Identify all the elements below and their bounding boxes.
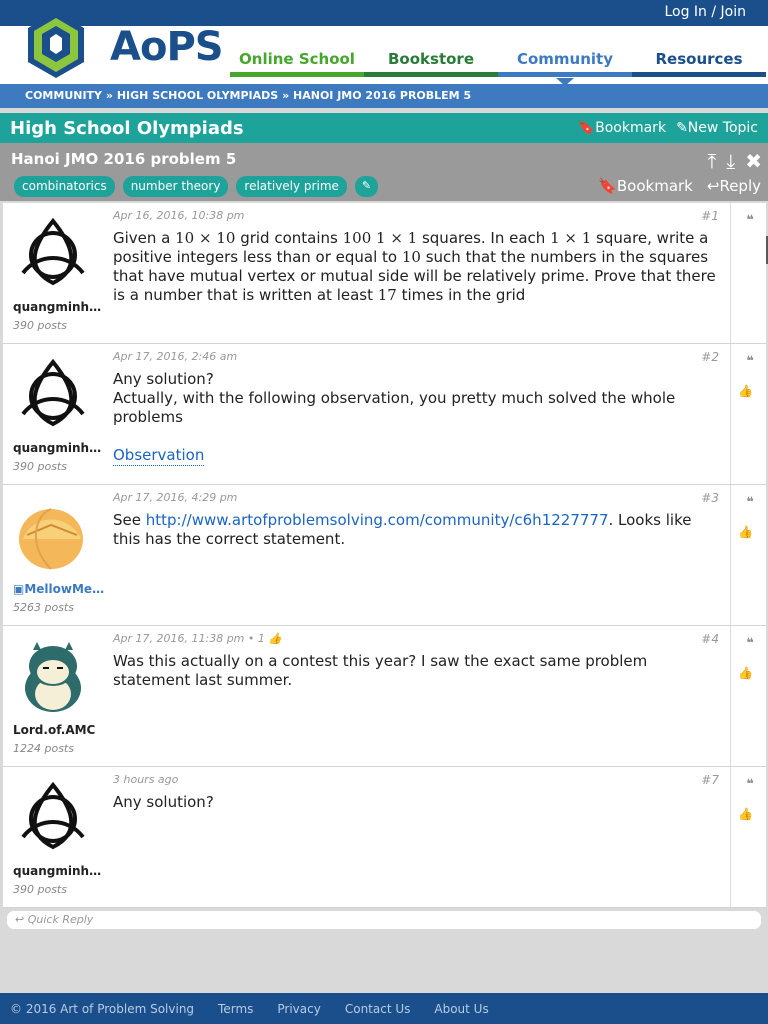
aops-logo-icon <box>28 12 84 78</box>
breadcrumb-topic[interactable]: HANOI JMO 2016 PROBLEM 5 <box>293 89 471 102</box>
post-action-column: ❝ 👍 <box>730 344 766 484</box>
post-count: 390 posts <box>13 883 67 896</box>
post-action-column: ❝ <box>730 203 766 343</box>
close-icon[interactable]: ✖ <box>745 149 762 173</box>
post-count: 390 posts <box>13 319 67 332</box>
post-action-column: ❝ 👍 <box>730 626 766 766</box>
footer-about-link[interactable]: About Us <box>434 1002 488 1024</box>
post-count: 1224 posts <box>13 742 74 755</box>
forum-bar: High School Olympiads 🔖Bookmark ✎New Top… <box>0 113 768 143</box>
post-action-column: ❝ 👍 <box>730 485 766 625</box>
aops-logo[interactable]: AoPS <box>24 10 224 82</box>
post-count: 5263 posts <box>13 601 74 614</box>
jump-bottom-icon[interactable]: ⤓ <box>726 149 735 173</box>
quick-reply-button[interactable]: ↩ Quick Reply <box>7 911 761 929</box>
topic-bar: Hanoi JMO 2016 problem 5 ⤒ ⤓ ✖ combinato… <box>0 143 768 201</box>
tag-number-theory[interactable]: number theory <box>122 176 229 197</box>
breadcrumb-sep: » <box>105 89 113 102</box>
nav-online-school[interactable]: Online School <box>230 50 364 77</box>
quote-icon[interactable]: ❝ <box>746 777 754 792</box>
avatar <box>25 642 81 712</box>
quote-icon[interactable]: ❝ <box>746 636 754 651</box>
new-topic-button[interactable]: ✎New Topic <box>676 120 758 136</box>
post-number[interactable]: #7 <box>701 773 719 787</box>
edit-tags-icon[interactable]: ✎ <box>354 176 379 197</box>
username[interactable]: quangminhltv99 <box>13 441 105 455</box>
moderator-icon: ▣ <box>13 582 25 596</box>
avatar <box>19 508 83 570</box>
breadcrumb: COMMUNITY » HIGH SCHOOL OLYMPIADS » HANO… <box>0 84 768 108</box>
breadcrumb-community[interactable]: COMMUNITY <box>25 89 102 102</box>
quote-icon[interactable]: ❝ <box>746 495 754 510</box>
post-body: Given a 10 × 10 grid contains 100 1 × 1 … <box>113 229 716 304</box>
edit-icon: ✎ <box>676 120 688 136</box>
reply-icon: ↩ <box>706 177 720 195</box>
post-action-column: ❝ 👍 <box>730 767 766 907</box>
breadcrumb-sep: » <box>282 89 290 102</box>
tag-combinatorics[interactable]: combinatorics <box>14 176 115 197</box>
main-nav: Online School Bookstore Community Resour… <box>230 50 766 86</box>
post-date: 3 hours ago <box>113 773 179 786</box>
bookmark-icon: 🔖 <box>577 120 596 136</box>
username[interactable]: Lord.of.AMC <box>13 723 105 737</box>
username[interactable]: ▣MellowMelon <box>13 582 105 596</box>
post-body: Any solution? Actually, with the followi… <box>113 370 676 466</box>
thumbs-up-icon[interactable]: 👍 <box>738 384 753 398</box>
username[interactable]: quangminhltv99 <box>13 864 105 878</box>
post-body: Was this actually on a contest this year… <box>113 652 648 689</box>
post-count: 390 posts <box>13 460 67 473</box>
jump-top-icon[interactable]: ⤒ <box>708 149 717 173</box>
post-number[interactable]: #2 <box>701 350 719 364</box>
topic-bookmark-button[interactable]: 🔖Bookmark <box>598 177 693 195</box>
post-link[interactable]: http://www.artofproblemsolving.com/commu… <box>146 511 609 529</box>
breadcrumb-forum[interactable]: HIGH SCHOOL OLYMPIADS <box>117 89 278 102</box>
post: ▣MellowMelon 5263 posts Apr 17, 2016, 4:… <box>3 485 766 626</box>
quote-icon[interactable]: ❝ <box>746 213 754 228</box>
forum-title[interactable]: High School Olympiads <box>10 118 244 139</box>
tag-relatively-prime[interactable]: relatively prime <box>236 176 347 197</box>
footer-terms-link[interactable]: Terms <box>218 1002 253 1024</box>
avatar <box>21 781 85 850</box>
avatar <box>21 358 85 427</box>
post-list: quangminhltv99 390 posts Apr 16, 2016, 1… <box>3 203 766 908</box>
thumbs-up-icon[interactable]: 👍 <box>738 666 753 680</box>
login-join-link[interactable]: Log In / Join <box>664 4 746 20</box>
topic-tags: combinatorics number theory relatively p… <box>14 176 379 197</box>
post-body: See http://www.artofproblemsolving.com/c… <box>113 511 692 548</box>
post-number[interactable]: #1 <box>701 209 719 223</box>
footer-contact-link[interactable]: Contact Us <box>345 1002 411 1024</box>
topic-title: Hanoi JMO 2016 problem 5 <box>11 150 237 168</box>
post: quangminhltv99 390 posts Apr 17, 2016, 2… <box>3 344 766 485</box>
footer: © 2016 Art of Problem Solving Terms Priv… <box>0 993 768 1024</box>
nav-resources[interactable]: Resources <box>632 50 766 77</box>
post-body: Any solution? <box>113 793 214 811</box>
post-number[interactable]: #3 <box>701 491 719 505</box>
forum-bookmark-button[interactable]: 🔖Bookmark <box>578 120 666 136</box>
post-date: Apr 17, 2016, 11:38 pm • 1 👍 <box>113 632 283 645</box>
avatar <box>21 217 85 286</box>
thumbs-up-icon[interactable]: 👍 <box>738 807 753 821</box>
username[interactable]: quangminhltv99 <box>13 300 105 314</box>
nav-bookstore[interactable]: Bookstore <box>364 50 498 77</box>
reply-button[interactable]: ↩Reply <box>707 177 761 195</box>
footer-copyright: © 2016 Art of Problem Solving <box>10 1002 195 1016</box>
post-date: Apr 16, 2016, 10:38 pm <box>113 209 245 222</box>
bookmark-icon: 🔖 <box>598 177 617 195</box>
quote-icon[interactable]: ❝ <box>746 354 754 369</box>
thumbs-up-icon: 👍 <box>268 632 283 645</box>
post: quangminhltv99 390 posts 3 hours ago #7 … <box>3 767 766 908</box>
reply-icon: ↩ <box>15 913 25 926</box>
post: quangminhltv99 390 posts Apr 16, 2016, 1… <box>3 203 766 344</box>
like-count: • 1 <box>247 632 265 645</box>
thumbs-up-icon[interactable]: 👍 <box>738 525 753 539</box>
footer-privacy-link[interactable]: Privacy <box>277 1002 320 1024</box>
post-date: Apr 17, 2016, 4:29 pm <box>113 491 238 504</box>
post-number[interactable]: #4 <box>701 632 719 646</box>
nav-community[interactable]: Community <box>498 50 632 86</box>
logo-text: AoPS <box>110 24 224 70</box>
site-header: AoPS Online School Bookstore Community R… <box>0 12 768 86</box>
post: Lord.of.AMC 1224 posts Apr 17, 2016, 11:… <box>3 626 766 767</box>
observation-toggle[interactable]: Observation <box>113 446 205 466</box>
post-date: Apr 17, 2016, 2:46 am <box>113 350 238 363</box>
